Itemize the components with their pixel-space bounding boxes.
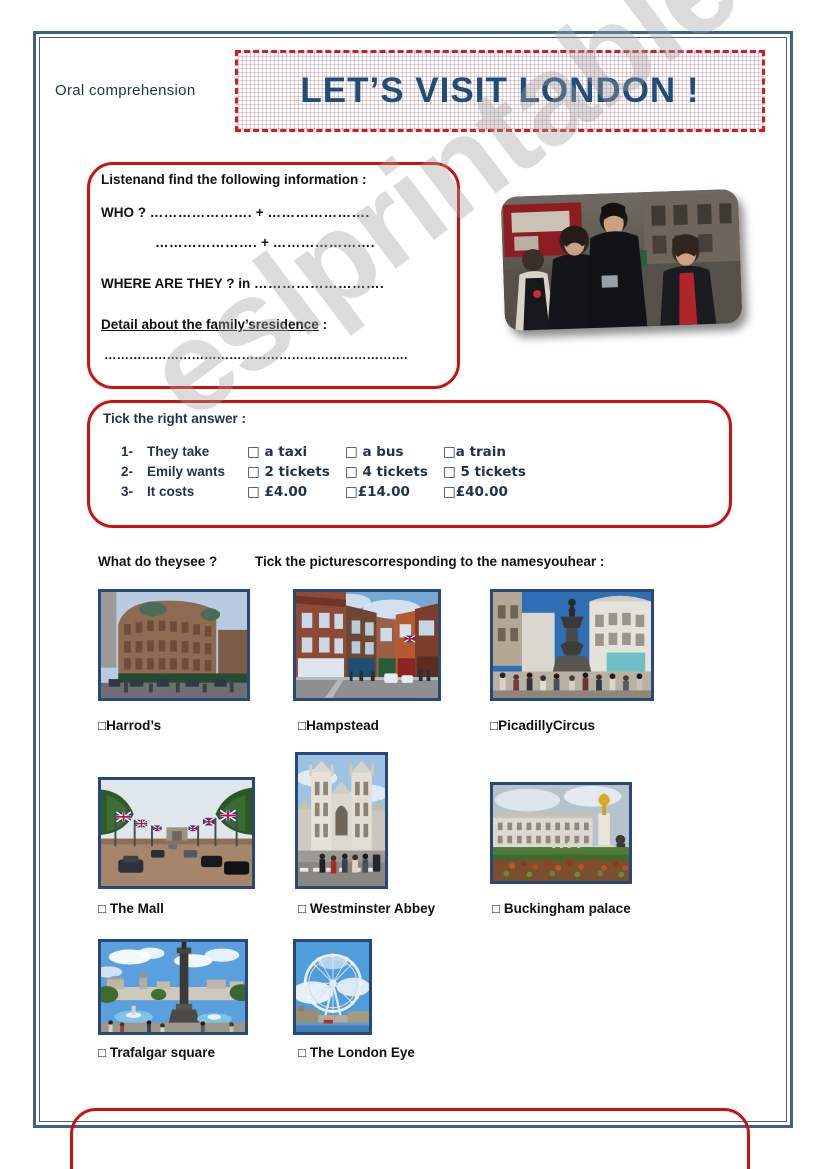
picture-harrods[interactable]: [98, 589, 250, 701]
answer-row-number: 2-: [121, 464, 134, 479]
answer-row-number: 1-: [121, 444, 134, 459]
picture-label-buckingham-palace[interactable]: □ Buckingham palace: [492, 901, 631, 916]
detail-label: Detail about the family’sresidence: [101, 317, 319, 332]
answer-option-2-tickets[interactable]: □ 2 tickets: [247, 462, 345, 482]
family-photo: [500, 188, 743, 332]
answer-row: 3- It costs □ £4.00 □£14.00 □£40.00: [121, 482, 526, 502]
who-plus-1: +: [255, 205, 264, 220]
who-question-line2: …………………. + ………………….: [155, 235, 375, 250]
picture-label-harrods[interactable]: □Harrod’s: [98, 718, 161, 733]
picture-label-hampstead[interactable]: □Hampstead: [298, 718, 379, 733]
who-question-line1: WHO ? …………………. + ………………….: [101, 205, 370, 220]
answer-option-price-4[interactable]: □ £4.00: [247, 482, 345, 502]
picture-westminster-abbey[interactable]: [295, 752, 388, 889]
page-title: LET’S VISIT LONDON !: [300, 71, 700, 110]
answer-row: 2- Emily wants □ 2 tickets □ 4 tickets □…: [121, 462, 526, 482]
tick-box-heading: Tick the right answer :: [103, 411, 247, 426]
picture-label-the-mall[interactable]: □ The Mall: [98, 901, 164, 916]
who-label: WHO ?: [101, 205, 146, 220]
detail-answer-blank[interactable]: ……………………………………………………………….: [104, 348, 407, 362]
answer-option-4-tickets[interactable]: □ 4 tickets: [345, 462, 443, 482]
answers-grid: 1- They take □ a taxi □ a bus □a train 2…: [121, 442, 526, 502]
answer-option-train[interactable]: □a train: [443, 442, 526, 462]
worksheet-page: Oral comprehension LET’S VISIT LONDON ! …: [0, 0, 826, 1169]
subject-label: Oral comprehension: [55, 82, 196, 99]
answer-row-stem: Emily wants: [147, 464, 226, 479]
title-banner: LET’S VISIT LONDON !: [235, 50, 765, 132]
answer-option-5-tickets[interactable]: □ 5 tickets: [443, 462, 526, 482]
answer-row-number: 3-: [121, 484, 134, 499]
picture-the-mall[interactable]: [98, 777, 255, 889]
pictures-instruction: Tick the picturescorresponding to the na…: [255, 554, 605, 569]
listen-box-heading: Listenand find the following information…: [101, 172, 367, 187]
picture-label-trafalgar-square[interactable]: □ Trafalgar square: [98, 1045, 215, 1060]
answer-row-stem: It costs: [147, 484, 195, 499]
answer-option-taxi[interactable]: □ a taxi: [247, 442, 345, 462]
pictures-instruction-row: What do theysee ? Tick the picturescorre…: [98, 554, 604, 569]
bottom-red-box: [70, 1108, 750, 1169]
who-blank-1a[interactable]: ………………….: [150, 205, 252, 220]
answer-option-bus[interactable]: □ a bus: [345, 442, 443, 462]
who-plus-2: +: [261, 235, 269, 250]
answer-row-stem: They take: [147, 444, 210, 459]
answer-row: 1- They take □ a taxi □ a bus □a train: [121, 442, 526, 462]
where-blank[interactable]: ……………………….: [254, 276, 384, 291]
who-blank-2a[interactable]: ………………….: [155, 235, 257, 250]
detail-question-line: Detail about the family’sresidence :: [101, 317, 327, 332]
where-label: WHERE ARE THEY ? in: [101, 276, 251, 291]
detail-colon: :: [322, 317, 328, 332]
picture-trafalgar-square[interactable]: [98, 939, 248, 1035]
answer-option-price-14[interactable]: □£14.00: [345, 482, 443, 502]
picture-buckingham-palace[interactable]: [490, 782, 632, 884]
answer-option-price-40[interactable]: □£40.00: [443, 482, 526, 502]
pictures-question: What do theysee ?: [98, 554, 218, 569]
who-blank-2b[interactable]: ………………….: [273, 235, 375, 250]
picture-label-the-london-eye[interactable]: □ The London Eye: [298, 1045, 415, 1060]
picture-hampstead[interactable]: [293, 589, 441, 701]
who-blank-1b[interactable]: ………………….: [267, 205, 369, 220]
picture-label-piccadilly[interactable]: □PicadillyCircus: [490, 718, 595, 733]
picture-label-westminster-abbey[interactable]: □ Westminster Abbey: [298, 901, 435, 916]
where-question-line: WHERE ARE THEY ? in ……………………….: [101, 276, 384, 291]
picture-the-london-eye[interactable]: [293, 939, 372, 1035]
picture-piccadilly-circus[interactable]: [490, 589, 654, 701]
